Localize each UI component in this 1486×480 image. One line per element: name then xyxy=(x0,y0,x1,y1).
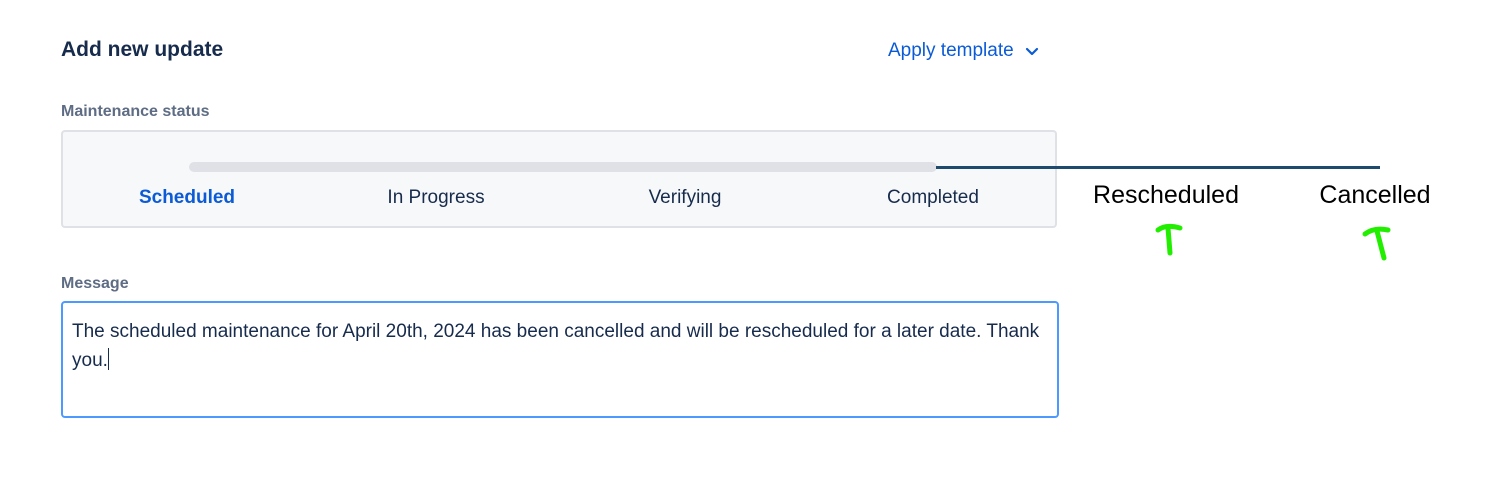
annotation-arrow-icon xyxy=(1155,223,1183,256)
progress-track xyxy=(189,162,937,172)
status-step-verifying[interactable]: Verifying xyxy=(649,187,722,209)
message-text: The scheduled maintenance for April 20th… xyxy=(72,321,1040,371)
text-caret xyxy=(107,348,109,370)
status-step-scheduled[interactable]: Scheduled xyxy=(139,187,235,209)
annotation-label-cancelled: Cancelled xyxy=(1319,181,1431,209)
message-label: Message xyxy=(61,275,129,292)
annotation-label-rescheduled: Rescheduled xyxy=(1093,181,1239,209)
status-step-completed[interactable]: Completed xyxy=(887,187,979,209)
chevron-down-icon xyxy=(1024,43,1040,59)
apply-template-dropdown[interactable]: Apply template xyxy=(888,40,1040,62)
annotation-line xyxy=(936,166,1380,169)
apply-template-label: Apply template xyxy=(888,40,1014,61)
annotation-arrow-icon xyxy=(1362,226,1391,261)
page-title: Add new update xyxy=(61,38,224,61)
maintenance-status-label: Maintenance status xyxy=(61,103,210,120)
message-textarea[interactable]: The scheduled maintenance for April 20th… xyxy=(61,301,1059,418)
status-step-in-progress[interactable]: In Progress xyxy=(387,187,484,209)
maintenance-status-stepper: Scheduled In Progress Verifying Complete… xyxy=(61,130,1057,228)
